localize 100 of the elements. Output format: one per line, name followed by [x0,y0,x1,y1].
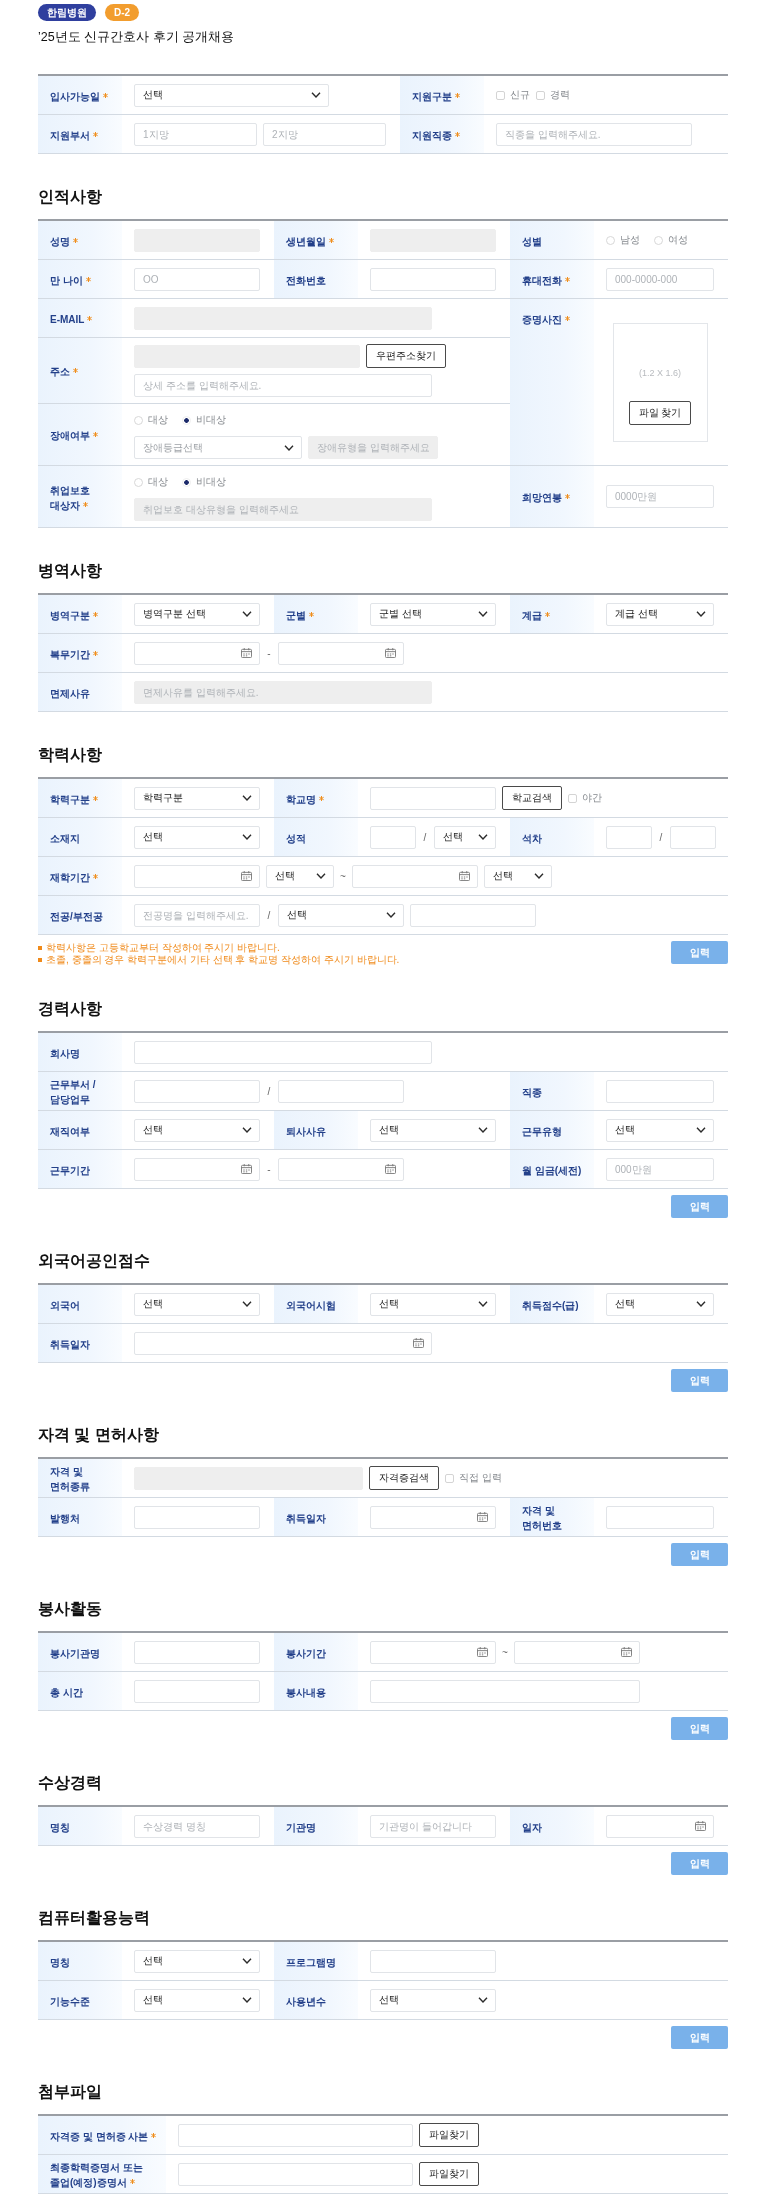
search-button[interactable]: 파일찾기 [419,2162,479,2186]
text-input[interactable]: 1지망 [134,122,257,146]
select-dropdown[interactable]: 학력구분 [134,786,260,810]
text-input[interactable] [606,825,652,849]
radio-label[interactable]: 대상 [148,413,168,427]
select-dropdown[interactable]: 계급 선택 [606,602,714,626]
text-input[interactable] [370,267,496,291]
text-input[interactable] [134,1640,260,1664]
checkbox[interactable] [445,1473,454,1483]
date-input[interactable] [134,1157,260,1181]
radio-button[interactable] [654,235,663,245]
select-dropdown[interactable]: 선택 [484,864,552,888]
radio-button[interactable] [134,477,143,487]
search-button[interactable]: 학교검색 [502,786,562,810]
text-input[interactable] [134,1079,260,1103]
select-dropdown[interactable]: 선택 [606,1118,714,1142]
text-input[interactable] [134,1040,432,1064]
text-input[interactable]: 전공명을 입력해주세요. [134,903,260,927]
text-input[interactable] [278,1079,404,1103]
checkbox[interactable] [496,90,505,100]
search-button[interactable]: 파일 찾기 [628,400,692,425]
text-input[interactable] [370,1679,640,1703]
radio-button[interactable] [606,235,615,245]
select-dropdown[interactable]: 병역구분 선택 [134,602,260,626]
select-dropdown[interactable]: 선택 [134,1988,260,2012]
field-label: 사용년수 [286,1995,326,2007]
field-label: 복무기간 [50,648,90,660]
date-input[interactable] [278,641,404,665]
search-button[interactable]: 우편주소찾기 [366,344,446,368]
text-input[interactable] [178,2162,413,2186]
date-input[interactable] [278,1157,404,1181]
text-input[interactable]: OO [134,267,260,291]
radio-label[interactable]: 대상 [148,475,168,489]
select-dropdown[interactable]: 선택 [134,825,260,849]
date-input[interactable] [134,641,260,665]
select-dropdown[interactable]: 선택 [370,1988,496,2012]
field-label: 명칭 [50,1956,70,1968]
select-dropdown[interactable]: 선택 [370,1118,496,1142]
checkbox-label[interactable]: 직접 입력 [459,1471,502,1485]
search-button[interactable]: 파일찾기 [419,2123,479,2147]
checkbox-label[interactable]: 야간 [582,791,602,805]
select-dropdown[interactable]: 선택 [266,864,334,888]
date-input[interactable] [514,1640,640,1664]
date-input[interactable] [370,1505,496,1529]
text-input[interactable]: 상세 주소를 입력해주세요. [134,374,432,397]
date-input[interactable] [134,864,260,888]
text-input[interactable]: 000만원 [606,1157,714,1181]
radio-label[interactable]: 남성 [620,233,640,247]
checkbox-label[interactable]: 신규 [510,88,530,102]
page-title: ’25년도 신규간호사 후기 공개채용 [38,29,236,46]
select-dropdown[interactable]: 선택 [434,825,496,849]
section-heading: 인적사항 [38,187,103,207]
text-input[interactable] [606,1505,714,1529]
text-input[interactable] [134,1679,260,1703]
select-dropdown[interactable]: 군별 선택 [370,602,496,626]
section-heading: 병역사항 [38,561,103,581]
field-label: 명칭 [50,1821,70,1833]
radio-label[interactable]: 비대상 [196,475,226,489]
date-input[interactable] [352,864,478,888]
field-label: 자격 및 면허번호 [522,1505,562,1531]
text-input[interactable] [410,903,536,927]
radio-label[interactable]: 비대상 [196,413,226,427]
field-label: 군별 [286,609,306,621]
radio-label[interactable]: 여성 [668,233,688,247]
field-label: 희망연봉 [522,492,562,503]
text-input[interactable] [134,1505,260,1529]
select-dropdown[interactable]: 선택 [370,1292,496,1316]
text-input[interactable] [370,825,416,849]
select-dropdown[interactable]: 선택 [134,1949,260,1973]
radio-button[interactable] [182,477,191,487]
radio-button[interactable] [134,415,143,425]
date-input[interactable] [134,1331,432,1355]
text-input[interactable] [370,1949,496,1973]
select-dropdown[interactable]: 선택 [134,83,329,107]
text-input[interactable]: 기관명이 들어갑니다 [370,1814,496,1838]
checkbox-label[interactable]: 경력 [550,88,570,102]
text-input[interactable]: 직종을 입력해주세요. [496,122,692,146]
text-input[interactable] [370,786,496,810]
select-dropdown[interactable]: 선택 [134,1118,260,1142]
text-input[interactable] [606,1079,714,1103]
text-input[interactable]: 0000만원 [606,485,714,508]
checkbox[interactable] [536,90,545,100]
text-input[interactable] [670,825,716,849]
select-dropdown[interactable]: 선택 [278,903,404,927]
select-dropdown[interactable]: 선택 [606,1292,714,1316]
radio-button[interactable] [182,415,191,425]
field-label: 근무부서 / 담당업무 [50,1079,96,1105]
text-input[interactable]: 000-0000-000 [606,267,714,291]
date-input[interactable] [370,1640,496,1664]
chevron-down-icon [478,611,488,617]
checkbox[interactable] [568,793,577,803]
search-button[interactable]: 자격증검색 [369,1466,439,1490]
tag-badge: 한림병원 [38,4,96,21]
section-heading: 경력사항 [38,999,103,1019]
text-input[interactable]: 2지망 [263,122,386,146]
select-dropdown[interactable]: 선택 [134,1292,260,1316]
field-label: 병역구분 [50,609,90,621]
text-input[interactable] [178,2123,413,2147]
date-input[interactable] [606,1814,714,1838]
text-input[interactable]: 수상경력 명칭 [134,1814,260,1838]
